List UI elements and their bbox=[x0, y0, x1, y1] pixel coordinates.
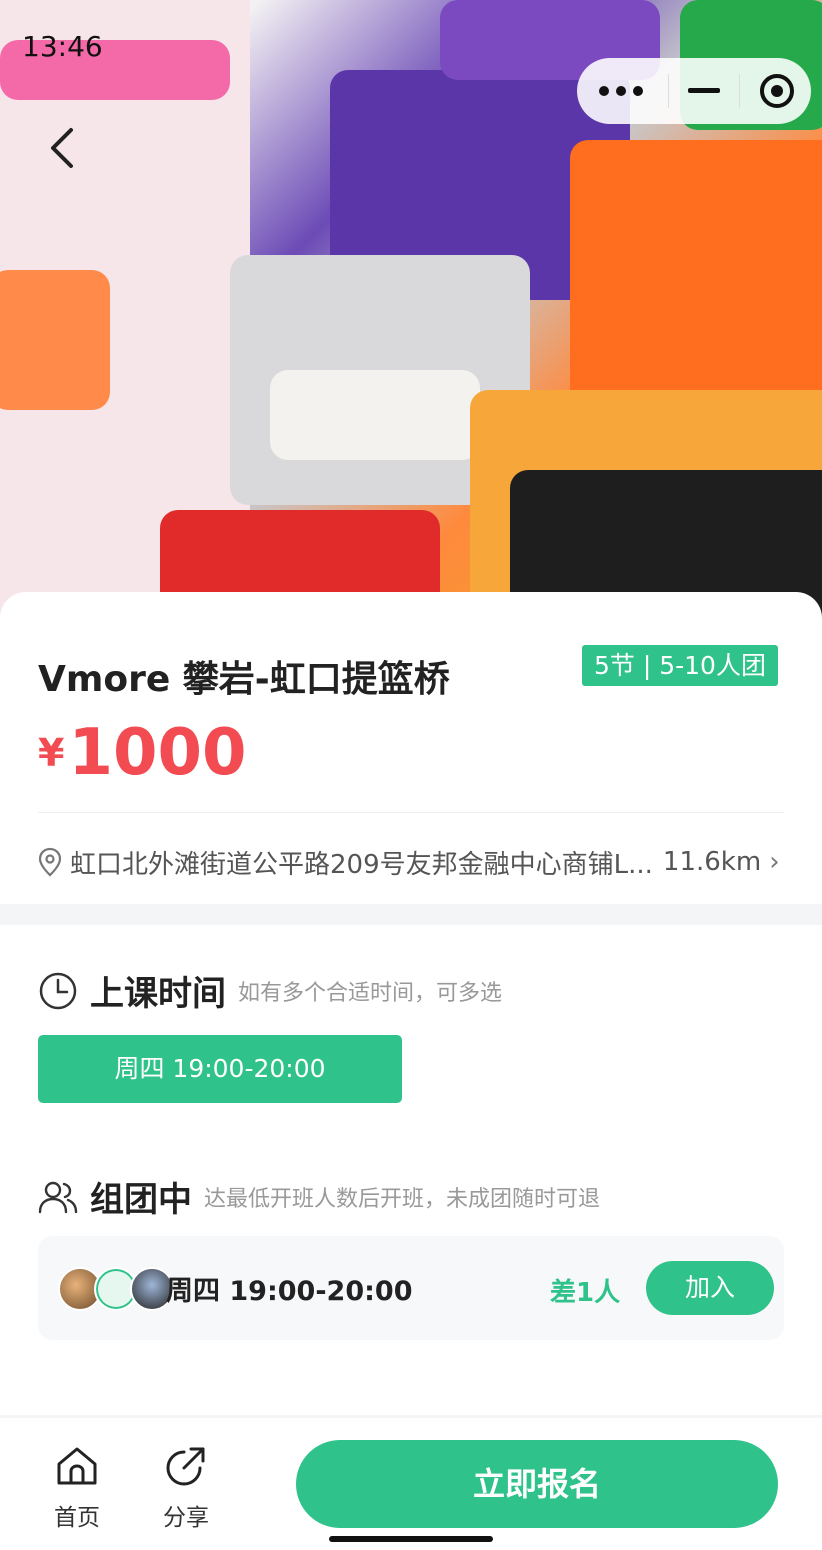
address-text: 虹口北外滩街道公平路209号友邦金融中心商铺L... bbox=[70, 849, 653, 880]
group-subtitle: 达最低开班人数后开班，未成团随时可退 bbox=[204, 1186, 601, 1212]
target-icon bbox=[760, 74, 795, 108]
schedule-subtitle: 如有多个合适时间，可多选 bbox=[238, 980, 503, 1006]
address-row[interactable]: 虹口北外滩街道公平路209号友邦金融中心商铺L... 11.6km › bbox=[38, 840, 784, 884]
minimize-button[interactable] bbox=[676, 66, 732, 116]
divider bbox=[38, 812, 784, 813]
schedule-title: 上课时间 bbox=[90, 974, 226, 1014]
mini-program-capsule bbox=[577, 58, 811, 124]
minus-icon bbox=[687, 88, 720, 93]
nav-home-label: 首页 bbox=[54, 1505, 100, 1531]
distance: 11.6km bbox=[662, 847, 762, 877]
price-value: 1000 bbox=[68, 716, 247, 790]
nav-share[interactable]: 分享 bbox=[151, 1444, 221, 1532]
capsule-divider-2 bbox=[739, 74, 741, 108]
join-button[interactable]: 加入 bbox=[646, 1261, 774, 1315]
back-button[interactable] bbox=[40, 122, 84, 174]
home-indicator bbox=[329, 1536, 493, 1542]
clock-icon bbox=[39, 972, 77, 1009]
schedule-header: 上课时间 如有多个合适时间，可多选 bbox=[38, 966, 502, 1015]
group-header: 组团中 达最低开班人数后开班，未成团随时可退 bbox=[38, 1172, 600, 1221]
group-item: 周四 19:00-20:00 差1人 加入 bbox=[38, 1236, 784, 1340]
orange-bin bbox=[570, 140, 822, 420]
status-time: 13:46 bbox=[22, 30, 103, 63]
capsule-divider bbox=[667, 74, 669, 108]
group-time: 周四 19:00-20:00 bbox=[166, 1276, 413, 1307]
white-holds bbox=[270, 370, 480, 460]
member-avatars bbox=[58, 1267, 174, 1311]
product-title: Vmore 攀岩-虹口提篮桥 bbox=[38, 659, 450, 700]
nav-home[interactable]: 首页 bbox=[42, 1444, 112, 1532]
need-count: 差1人 bbox=[550, 1278, 621, 1308]
more-button[interactable] bbox=[581, 66, 661, 116]
orange-holds-left bbox=[0, 270, 110, 410]
home-icon bbox=[57, 1447, 97, 1485]
price: ¥1000 bbox=[38, 716, 247, 790]
nav-share-label: 分享 bbox=[163, 1505, 209, 1531]
bottom-bar: 首页 分享 立即报名 bbox=[0, 1418, 822, 1550]
time-option-chip[interactable]: 周四 19:00-20:00 bbox=[38, 1035, 402, 1103]
close-miniprogram-button[interactable] bbox=[747, 66, 807, 116]
group-title: 组团中 bbox=[90, 1180, 192, 1220]
currency-symbol: ¥ bbox=[38, 731, 65, 775]
chevron-left-icon bbox=[51, 128, 73, 168]
location-pin-icon bbox=[38, 847, 62, 877]
chevron-right-icon: › bbox=[769, 847, 780, 877]
signup-button[interactable]: 立即报名 bbox=[296, 1440, 778, 1528]
users-icon bbox=[38, 1181, 78, 1213]
course-tag: 5节 | 5-10人团 bbox=[582, 645, 778, 686]
share-icon bbox=[166, 1447, 205, 1486]
more-dots-icon bbox=[598, 86, 643, 96]
